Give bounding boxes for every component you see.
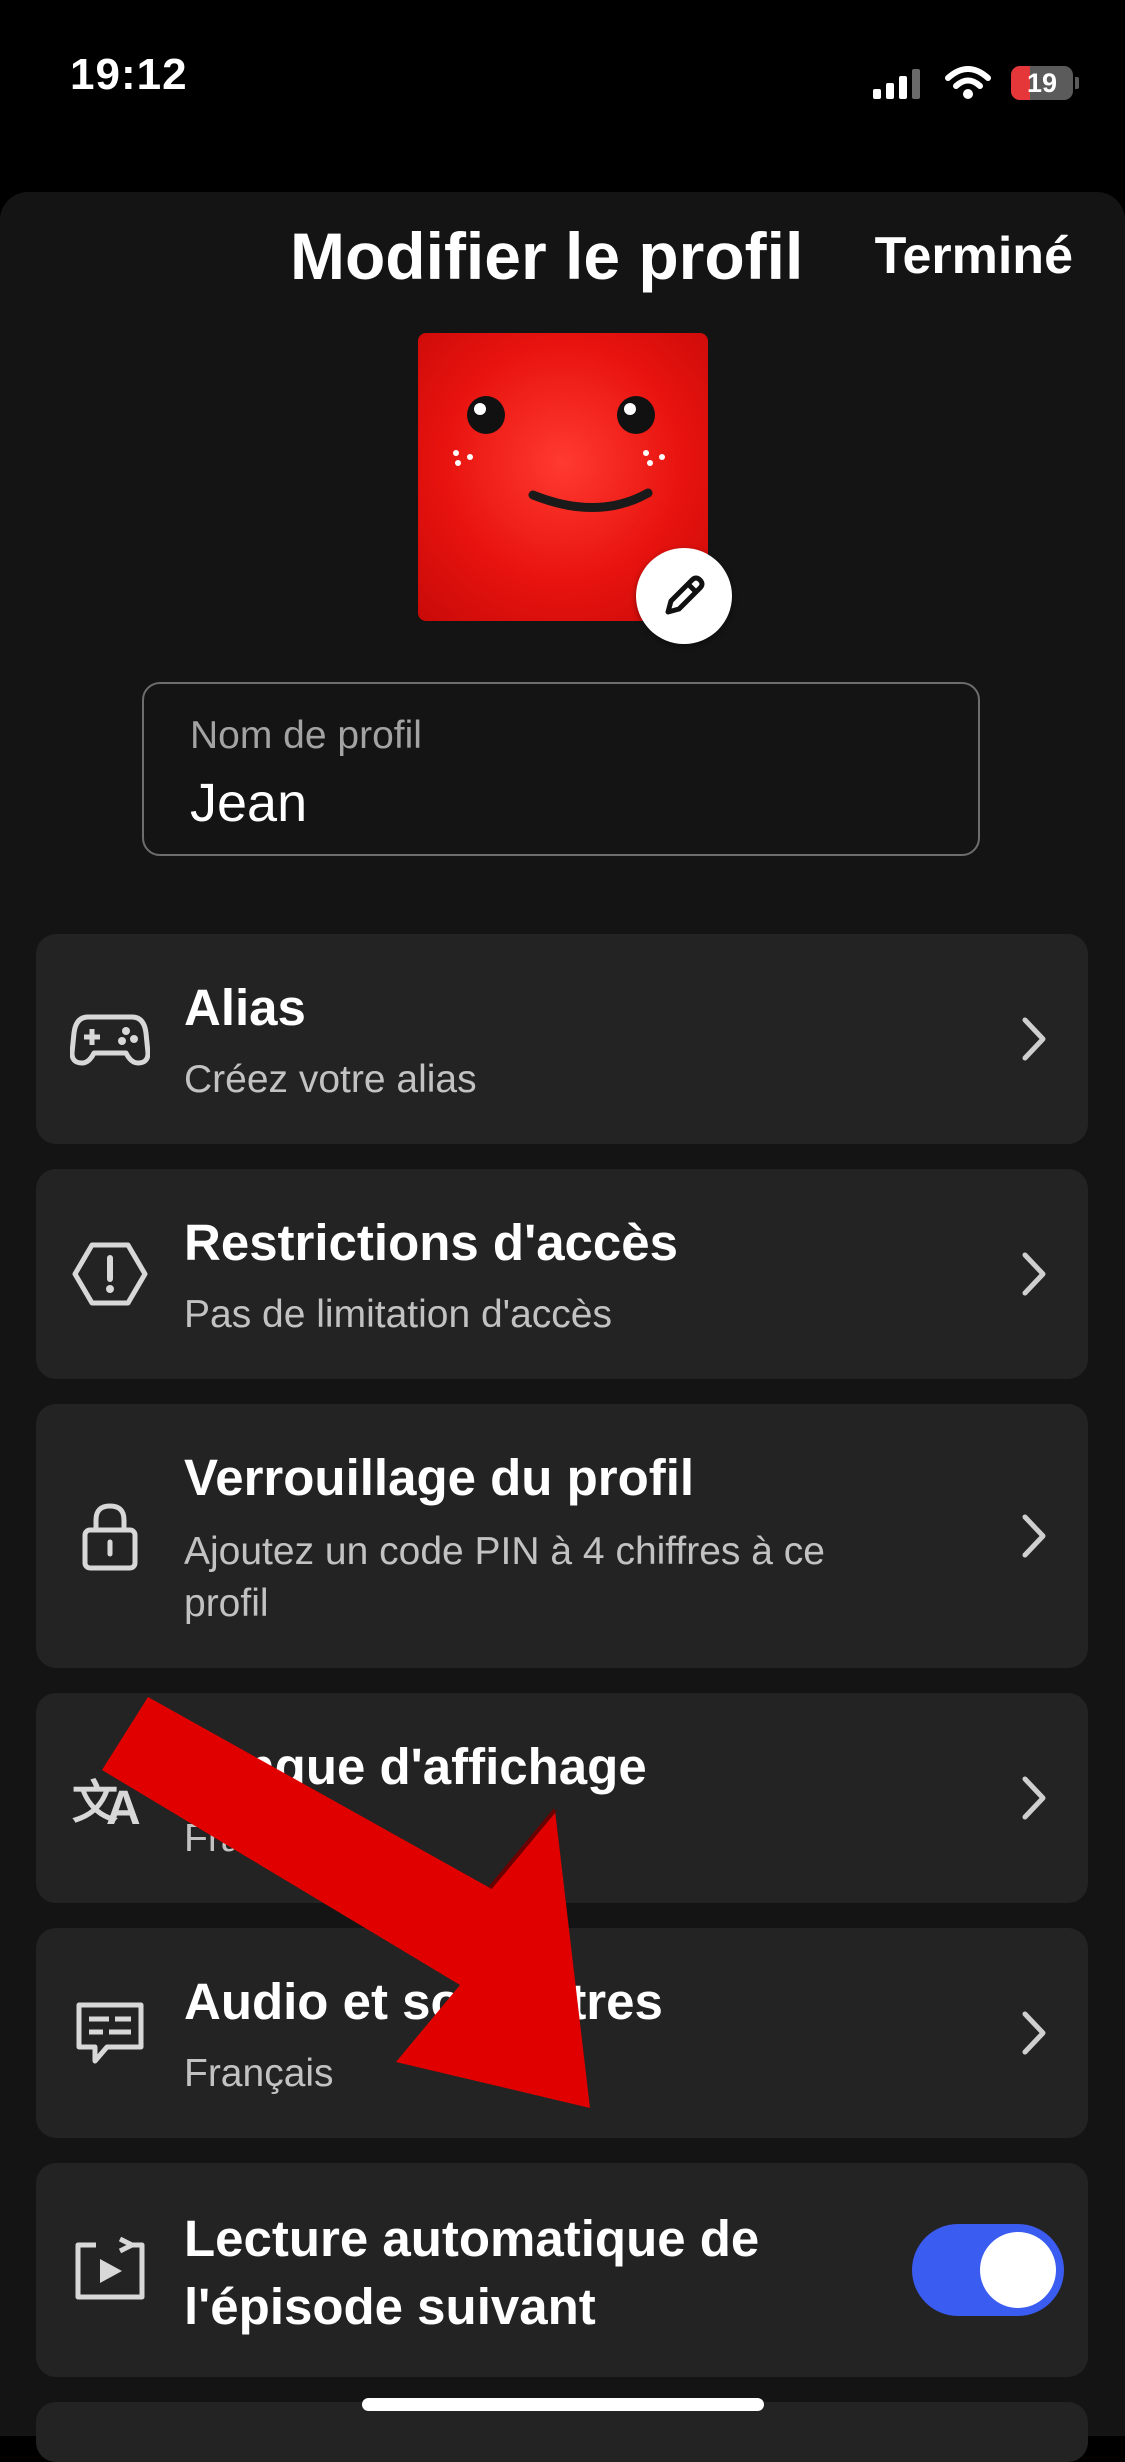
profile-name-label: Nom de profil [190,714,422,757]
chevron-right-icon [1022,2011,1046,2055]
translate-icon: 文 A [70,1758,150,1838]
settings-row-subtitle: Français [184,2052,334,2095]
settings-row-profile-lock[interactable]: Verrouillage du profil Ajoutez un code P… [36,1404,1088,1668]
settings-row-autoplay: Lecture automatique de l'épisode suivant [36,2163,1088,2377]
subtitles-icon [70,1993,150,2073]
autoplay-icon [70,2230,150,2310]
battery-cap [1075,77,1079,89]
warning-hexagon-icon [70,1234,150,1314]
status-time: 19:12 [70,50,188,99]
battery-level: 19 [1026,67,1058,98]
settings-row-title: Verrouillage du profil [184,1449,695,1506]
settings-row-title: Alias [184,979,306,1036]
done-button[interactable]: Terminé [875,226,1073,286]
autoplay-title: Lecture automatique de l'épisode suivant [184,2210,760,2335]
lock-icon [70,1496,150,1576]
pencil-icon [665,575,705,615]
settings-row-subtitle: Ajoutez un code PIN à 4 chiffres à ce pr… [184,1530,825,1625]
settings-row-subtitle: Pas de limitation d'accès [184,1293,612,1336]
edit-avatar-button[interactable] [636,548,732,644]
status-bar: 19:12 19 [0,0,1125,180]
toggle-knob [980,2232,1056,2308]
profile-name-field[interactable]: Nom de profil Jean [142,682,980,856]
autoplay-toggle[interactable] [912,2224,1064,2316]
page-title: Modifier le profil [290,219,804,293]
settings-row-audio-subtitles[interactable]: Audio et sous-titres Français [36,1928,1088,2138]
settings-row-subtitle: Français [184,1817,334,1860]
settings-row-alias[interactable]: Alias Créez votre alias [36,934,1088,1144]
home-indicator [362,2398,764,2411]
settings-row-title: Audio et sous-titres [184,1973,663,2030]
settings-row-next[interactable] [36,2402,1088,2462]
settings-row-subtitle: Créez votre alias [184,1058,477,1101]
battery-indicator: 19 [1011,66,1073,100]
settings-row-title: Langue d'affichage [184,1738,647,1795]
chevron-right-icon [1022,1252,1046,1296]
chevron-right-icon [1022,1776,1046,1820]
chevron-right-icon [1022,1017,1046,1061]
gamepad-icon [70,999,150,1079]
profile-name-value[interactable]: Jean [190,772,307,834]
chevron-right-icon [1022,1514,1046,1558]
cellular-signal-icon [873,69,920,99]
wifi-icon [945,66,991,99]
svg-text:A: A [106,1782,141,1828]
settings-row-access-restrictions[interactable]: Restrictions d'accès Pas de limitation d… [36,1169,1088,1379]
settings-row-title: Restrictions d'accès [184,1214,679,1271]
settings-row-display-language[interactable]: 文 A Langue d'affichage Français [36,1693,1088,1903]
status-icons: 19 [873,60,1079,106]
